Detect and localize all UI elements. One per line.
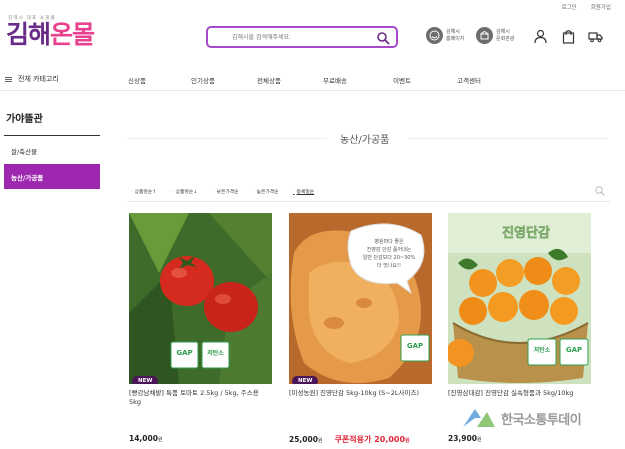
- sidebar-divider: [4, 135, 100, 136]
- product-card[interactable]: 병원마다 좋은 진영감 단감 품어내는 일반 단감보다 20~30% 더 맛나요…: [289, 213, 432, 444]
- product-price: 14,000원: [129, 434, 163, 443]
- price-unit: 원: [317, 438, 323, 444]
- nav-item-all[interactable]: 전체상품: [257, 75, 281, 85]
- category-menu-button[interactable]: 전체 카테고리: [5, 74, 59, 84]
- logo-text: 김해온몰: [6, 20, 95, 49]
- sort-newest[interactable]: 등록일순: [293, 188, 315, 195]
- sidebar-item-produce[interactable]: 농산/가공품: [4, 164, 100, 189]
- product-image[interactable]: 진영단감 저탄소 GAP: [448, 213, 591, 384]
- section-divider-left: [127, 138, 327, 139]
- price-value: 25,000: [289, 435, 318, 444]
- logo-part1: 김해: [6, 20, 51, 49]
- nav-item-support[interactable]: 고객센터: [457, 75, 481, 85]
- gap-label: GAP: [407, 342, 423, 350]
- watermark-logo-icon: [463, 409, 495, 427]
- watermark-text: 한국소통투데이: [501, 412, 582, 428]
- low-carbon-label: 저탄소: [207, 349, 224, 357]
- nav-item-new[interactable]: 신상품: [128, 75, 146, 85]
- nav-item-popular[interactable]: 인기상품: [191, 75, 215, 85]
- sort-name-desc[interactable]: 상품명순↓: [172, 188, 198, 195]
- building-icon: [476, 27, 493, 44]
- bubble-line4: 더 맛나요!!: [377, 262, 401, 269]
- product-image[interactable]: 병원마다 좋은 진영감 단감 품어내는 일반 단감보다 20~30% 더 맛나요…: [289, 213, 432, 384]
- price-value: 23,900: [448, 434, 477, 443]
- watermark: 한국소통투데이: [461, 407, 582, 429]
- price-value: 14,000: [129, 434, 158, 443]
- site-logo[interactable]: 김해시 대표 쇼핑몰 김해온몰: [6, 15, 95, 49]
- product-name[interactable]: [미성농원] 진영단감 5kg-10kg (S~2L사이즈): [289, 389, 432, 417]
- price-unit: 원: [157, 437, 163, 443]
- main-nav: 전체 카테고리 신상품 인기상품 전체상품 무료배송 이벤트 고객센터: [0, 69, 625, 91]
- persimmon-image: 병원마다 좋은 진영감 단감 품어내는 일반 단감보다 20~30% 더 맛나요…: [289, 213, 432, 384]
- sort-bar: 상품명순↑ 상품명순↓ 낮은가격순 높은가격순 등록일순: [127, 182, 610, 202]
- product-image[interactable]: GAP 저탄소 NEW: [129, 213, 272, 384]
- sidebar-title: 가야뜰관: [6, 114, 43, 125]
- new-badge: NEW: [132, 376, 159, 384]
- utility-links: 로그인 회원가입: [562, 3, 611, 11]
- smile-icon: [426, 27, 443, 44]
- quick-link-culture[interactable]: 김해시 문화관광: [476, 27, 514, 44]
- product-card[interactable]: 진영단감 저탄소 GAP [진영삼대감] 진영단감 실속형품과 5kg/10kg…: [448, 213, 591, 443]
- user-icon[interactable]: [533, 29, 548, 44]
- product-price: 25,000원: [289, 435, 323, 444]
- product-card[interactable]: GAP 저탄소 NEW [빵강남채밭] 특품 토마토 2.5kg / 5kg, …: [129, 213, 272, 443]
- bag-icon[interactable]: [561, 29, 576, 44]
- product-name[interactable]: [빵강남채밭] 특품 토마토 2.5kg / 5kg, 주스용 5kg: [129, 389, 272, 417]
- quick-link-line2: 홈페이지: [446, 35, 465, 42]
- search-icon[interactable]: [594, 185, 606, 197]
- price-unit: 원: [476, 437, 482, 443]
- persimmon-basket-image: 진영단감 저탄소 GAP: [448, 213, 591, 384]
- hamburger-icon: [5, 76, 12, 82]
- login-link[interactable]: 로그인: [562, 3, 577, 11]
- banner-text: 진영단감: [502, 225, 550, 241]
- sort-price-low[interactable]: 낮은가격순: [213, 188, 239, 195]
- product-price: 23,900원: [448, 434, 482, 443]
- tomato-image: GAP 저탄소: [129, 213, 272, 384]
- low-carbon-label: 저탄소: [534, 346, 551, 354]
- section-title: 농산/가공품: [340, 135, 390, 146]
- bubble-line1: 병원마다 좋은: [374, 238, 404, 245]
- nav-item-free-shipping[interactable]: 무료배송: [323, 75, 347, 85]
- coupon-unit: 원: [405, 438, 410, 444]
- bubble-line2: 진영감 단감 품어내는: [367, 246, 412, 253]
- search-box: [206, 26, 398, 48]
- coupon-value: 쿠폰적용가 20,000: [334, 435, 406, 444]
- search-input[interactable]: [232, 33, 372, 41]
- quick-link-homepage[interactable]: 김해시 홈페이지: [426, 27, 464, 44]
- nav-item-event[interactable]: 이벤트: [393, 75, 411, 85]
- sort-price-high[interactable]: 높은가격순: [253, 188, 279, 195]
- truck-icon[interactable]: [588, 29, 603, 44]
- logo-part2: 온몰: [50, 20, 95, 49]
- gap-label: GAP: [566, 346, 582, 354]
- section-divider-right: [408, 138, 608, 139]
- sidebar-item-rice-meat[interactable]: 쌀/축산물: [4, 138, 100, 163]
- sort-name-asc[interactable]: 상품명순↑: [131, 188, 157, 195]
- category-label: 전체 카테고리: [18, 75, 59, 83]
- join-link[interactable]: 회원가입: [591, 3, 611, 11]
- new-badge: NEW: [292, 376, 319, 384]
- coupon-price: 쿠폰적용가 20,000원: [335, 434, 410, 445]
- search-icon[interactable]: [376, 31, 390, 45]
- bubble-line3: 일반 단감보다 20~30%: [363, 254, 416, 261]
- quick-link-line2: 문화관광: [496, 35, 515, 42]
- gap-label: GAP: [176, 349, 192, 357]
